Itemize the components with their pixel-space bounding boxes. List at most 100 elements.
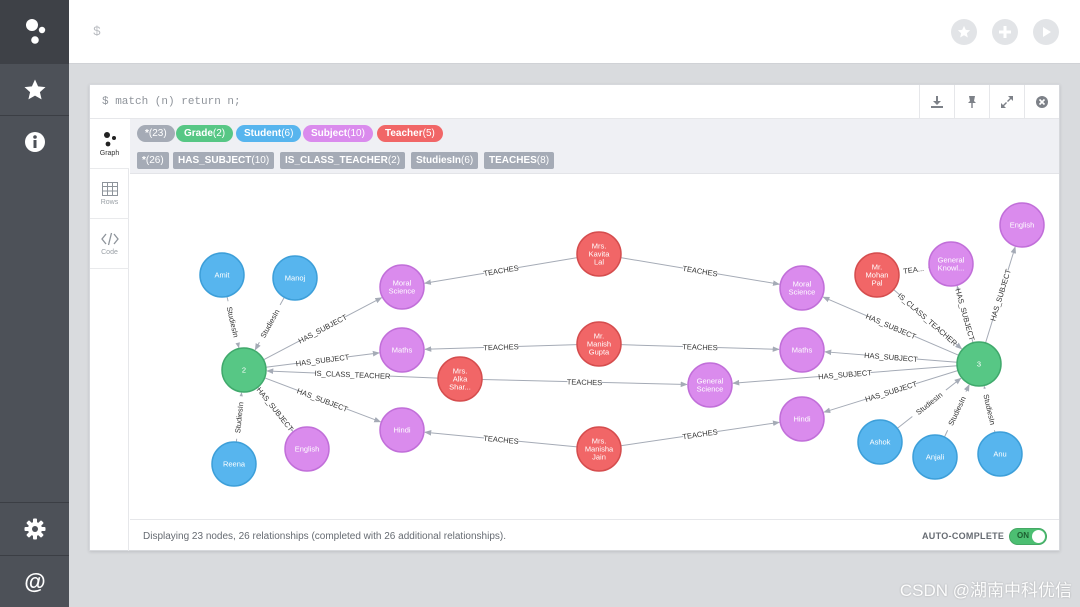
node-eng_r[interactable]: English — [999, 202, 1045, 248]
node-hindi_l[interactable]: Hindi — [379, 407, 425, 453]
relationship-label: TEACHES — [483, 263, 519, 278]
relationship-label: TEACHES — [483, 434, 519, 446]
relationship-g3-gs[interactable]: HAS_SUBJECT — [732, 365, 958, 386]
rel-pill-teaches[interactable]: TEACHES(8) — [484, 152, 555, 169]
node-ms_r[interactable]: MoralScience — [779, 265, 825, 311]
relationship-label: HAS_SUBJECT — [255, 385, 296, 433]
frame-command[interactable]: $ match (n) return n; — [102, 96, 241, 108]
editor-prompt[interactable]: $ — [93, 24, 101, 39]
autocomplete-toggle[interactable]: ON — [1009, 528, 1047, 545]
relationship-g3-eng_r[interactable]: HAS_SUBJECT — [985, 246, 1017, 344]
node-label: Lal — [594, 258, 604, 267]
node-kavita[interactable]: Mrs.KavitaLal — [576, 231, 622, 277]
node-g3[interactable]: 3 — [956, 341, 1002, 387]
relationship-anu-g3[interactable]: StudiesIn — [980, 385, 999, 433]
relationship-alka-gs[interactable]: TEACHES — [481, 377, 688, 387]
label-count: (23) — [148, 128, 167, 139]
frame-header: $ match (n) return n; — [90, 85, 1059, 119]
node-manish[interactable]: Mr.ManishGupta — [576, 321, 622, 367]
relationship-g3-gk[interactable]: HAS_SUBJECT — [953, 285, 977, 343]
table-icon — [101, 181, 118, 196]
rel-pill-studiesin[interactable]: StudiesIn(6) — [411, 152, 479, 169]
about-at-icon[interactable]: @ — [0, 556, 69, 607]
relationship-label: HAS_SUBJECT — [988, 268, 1013, 322]
node-ms_l[interactable]: MoralScience — [379, 264, 425, 310]
label-pill-all[interactable]: *(23) — [137, 125, 175, 142]
tab-rows[interactable]: Rows — [90, 169, 129, 219]
fullscreen-expand-icon[interactable] — [989, 85, 1024, 119]
label-name: Student — [244, 128, 282, 139]
pin-icon[interactable] — [954, 85, 989, 119]
node-label: Hindi — [793, 415, 810, 424]
node-label: Gupta — [589, 348, 610, 357]
favorites-star-icon[interactable] — [0, 64, 69, 116]
node-anu[interactable]: Anu — [977, 431, 1023, 477]
rel-name: IS_CLASS_TEACHER — [285, 155, 388, 166]
relationship-label: HAS_SUBJECT — [864, 312, 917, 342]
relationship-label: TEACHES — [682, 427, 718, 441]
relationship-amit-g2[interactable]: StudiesIn — [223, 296, 243, 349]
favorite-query-star-icon[interactable] — [951, 19, 977, 45]
node-eng_l[interactable]: English — [284, 426, 330, 472]
tab-code[interactable]: Code — [90, 219, 129, 269]
relationship-g3-math_r[interactable]: HAS_SUBJECT — [824, 349, 958, 364]
label-pill-subject[interactable]: Subject(10) — [303, 125, 373, 142]
label-pill-grade[interactable]: Grade(2) — [176, 125, 234, 142]
neo4j-logo-icon[interactable] — [0, 0, 69, 64]
node-manisha[interactable]: Mrs.ManishaJain — [576, 426, 622, 472]
info-icon[interactable] — [0, 116, 69, 168]
view-tabs: Graph Rows Code — [90, 119, 129, 551]
node-g2[interactable]: 2 — [221, 347, 267, 393]
toggle-knob — [1032, 530, 1045, 543]
relationship-alka-g2[interactable]: IS_CLASS_TEACHER — [266, 368, 439, 381]
settings-gear-icon[interactable] — [0, 503, 69, 555]
node-reena[interactable]: Reena — [211, 441, 257, 487]
run-play-icon[interactable] — [1033, 19, 1059, 45]
rel-pill-all[interactable]: *(26) — [137, 152, 169, 169]
relationship-g2-eng_l[interactable]: HAS_SUBJECT — [255, 385, 296, 433]
graph-canvas[interactable]: StudiesIn StudiesInStudiesInHAS_SUBJECTHA… — [130, 174, 1059, 519]
download-icon[interactable] — [919, 85, 954, 119]
relationship-reena-g2[interactable]: StudiesIn — [232, 392, 246, 443]
node-label: 2 — [242, 366, 246, 375]
node-mohan[interactable]: Mr.MohanPal — [854, 252, 900, 298]
node-gk[interactable]: GeneralKnowl... — [928, 241, 974, 287]
relationship-manisha-hindi_l[interactable]: TEACHES — [424, 430, 578, 448]
tab-graph[interactable]: Graph — [90, 119, 129, 169]
relationship-mohan-gk[interactable]: TEA... — [898, 262, 929, 277]
node-manoj[interactable]: Manoj — [272, 255, 318, 301]
rel-count: (8) — [536, 155, 550, 166]
node-label: 3 — [977, 360, 981, 369]
relationship-manisha-hindi_r[interactable]: TEACHES — [620, 420, 780, 447]
relationship-kavita-ms_r[interactable]: TEACHES — [620, 257, 781, 286]
autocomplete-label: AUTO-COMPLETE — [922, 531, 1005, 541]
node-label: Maths — [392, 346, 413, 355]
node-ashok[interactable]: Ashok — [857, 419, 903, 465]
label-pill-student[interactable]: Student(6) — [236, 125, 302, 142]
close-frame-icon[interactable] — [1024, 85, 1059, 119]
rel-count: (2) — [387, 155, 401, 166]
rel-pill-has-subject[interactable]: HAS_SUBJECT(10) — [173, 152, 275, 169]
node-math_r[interactable]: Maths — [779, 327, 825, 373]
add-plus-icon[interactable] — [992, 19, 1018, 45]
rel-pill-is-class-teacher[interactable]: IS_CLASS_TEACHER(2) — [280, 152, 406, 169]
node-label: Manoj — [285, 274, 306, 283]
relationship-manish-math_r[interactable]: TEACHES — [620, 341, 780, 352]
graph-icon — [103, 131, 116, 146]
relationship-g2-math_l[interactable]: HAS_SUBJECT — [265, 350, 380, 368]
relationship-label: StudiesIn — [981, 393, 997, 426]
node-alka[interactable]: Mrs.AlkaShar... — [437, 356, 483, 402]
node-math_l[interactable]: Maths — [379, 327, 425, 373]
node-gs[interactable]: GeneralScience — [687, 362, 733, 408]
relationship-mohan-g3[interactable]: IS_CLASS_TEACHER — [893, 289, 963, 350]
label-pill-teacher[interactable]: Teacher(5) — [377, 125, 443, 142]
node-hindi_r[interactable]: Hindi — [779, 396, 825, 442]
relationship-kavita-ms_l[interactable]: TEACHES — [423, 257, 578, 285]
svg-text:@: @ — [24, 570, 45, 594]
node-amit[interactable]: Amit — [199, 252, 245, 298]
node-label: Science — [697, 385, 724, 394]
relationship-manish-math_l[interactable]: TEACHES — [424, 341, 578, 352]
node-anjali[interactable]: Anjali — [912, 434, 958, 480]
rel-count: (26) — [145, 155, 164, 166]
relationship-manoj-g2[interactable]: StudiesIn — [254, 296, 285, 351]
